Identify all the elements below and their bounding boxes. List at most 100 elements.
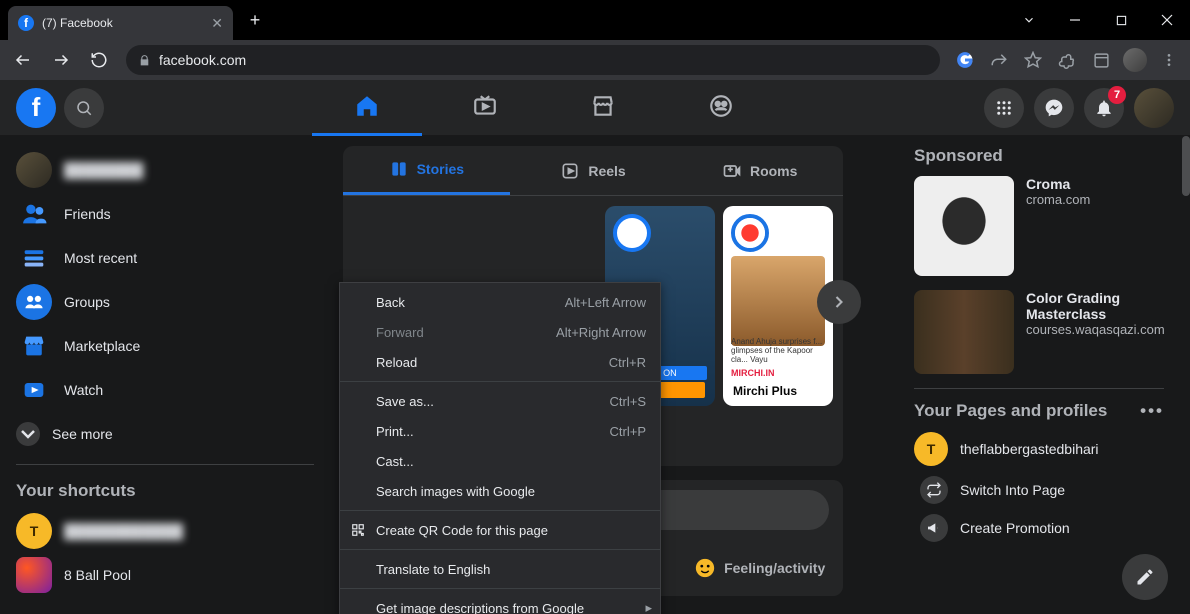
friends-icon: [16, 196, 52, 232]
shortcut-item[interactable]: T ████████████: [8, 509, 322, 553]
home-tab[interactable]: [312, 80, 422, 136]
ad-url: courses.waqasqazi.com: [1026, 322, 1165, 337]
nav-back-button[interactable]: [6, 43, 40, 77]
megaphone-icon: [920, 514, 948, 542]
page-avatar-icon: T: [914, 432, 948, 466]
profile-name: ████████: [64, 162, 143, 178]
nav-profile[interactable]: ████████: [8, 148, 322, 192]
search-button[interactable]: [64, 88, 104, 128]
most-recent-icon: [16, 240, 52, 276]
browser-titlebar: f (7) Facebook ✕ +: [0, 0, 1190, 40]
watch-icon: [16, 372, 52, 408]
nav-label: Watch: [64, 382, 103, 398]
apps-menu-button[interactable]: [984, 88, 1024, 128]
facebook-logo[interactable]: f: [16, 88, 56, 128]
share-icon[interactable]: [984, 45, 1014, 75]
menu-image-descriptions[interactable]: Get image descriptions from Google▸: [340, 593, 660, 614]
menu-reload[interactable]: ReloadCtrl+R: [340, 347, 660, 377]
nav-label: See more: [52, 426, 113, 442]
chevron-down-icon: [16, 422, 40, 446]
menu-forward[interactable]: ForwardAlt+Right Arrow: [340, 317, 660, 347]
groups-icon: [16, 284, 52, 320]
menu-create-qr[interactable]: Create QR Code for this page: [340, 515, 660, 545]
ad-item[interactable]: Color Grading Masterclass courses.waqasq…: [914, 290, 1164, 374]
nav-label: Most recent: [64, 250, 137, 266]
tab-close-icon[interactable]: ✕: [211, 15, 223, 32]
bookmark-star-icon[interactable]: [1018, 45, 1048, 75]
page-scrollbar[interactable]: [1182, 136, 1190, 196]
tab-title: (7) Facebook: [42, 16, 203, 30]
browser-toolbar: facebook.com: [0, 40, 1190, 80]
shortcut-icon: T: [16, 513, 52, 549]
facebook-favicon: f: [18, 15, 34, 31]
qr-icon: [350, 522, 366, 538]
browser-tab[interactable]: f (7) Facebook ✕: [8, 6, 233, 40]
create-promotion-button[interactable]: Create Promotion: [914, 509, 1164, 547]
separator: [914, 388, 1164, 389]
shortcut-item[interactable]: 8 Ball Pool: [8, 553, 322, 597]
ad-url: croma.com: [1026, 192, 1090, 207]
nav-friends[interactable]: Friends: [8, 192, 322, 236]
story-avatar-icon: [731, 214, 769, 252]
edit-fab-button[interactable]: [1122, 554, 1168, 600]
messenger-button[interactable]: [1034, 88, 1074, 128]
nav-most-recent[interactable]: Most recent: [8, 236, 322, 280]
account-avatar-button[interactable]: [1134, 88, 1174, 128]
stories-tabbar: Stories Reels Rooms: [343, 146, 843, 196]
ad-image: [914, 290, 1014, 374]
nav-groups[interactable]: Groups: [8, 280, 322, 324]
menu-cast[interactable]: Cast...: [340, 446, 660, 476]
marketplace-tab[interactable]: [548, 80, 658, 136]
switch-page-button[interactable]: Switch Into Page: [914, 471, 1164, 509]
nav-marketplace[interactable]: Marketplace: [8, 324, 322, 368]
ad-title: Croma: [1026, 176, 1090, 192]
left-navigation: ████████ Friends Most recent Groups Mark…: [0, 136, 330, 609]
address-bar[interactable]: facebook.com: [126, 45, 940, 75]
nav-watch[interactable]: Watch: [8, 368, 322, 412]
window-minimize-button[interactable]: [1052, 0, 1098, 40]
shortcut-label: ████████████: [64, 523, 183, 539]
feeling-activity-button[interactable]: Feeling/activity: [676, 540, 843, 596]
separator: [16, 464, 314, 465]
extensions-icon[interactable]: [1052, 45, 1082, 75]
page-item[interactable]: T theflabbergastedbihari: [914, 427, 1164, 471]
menu-save-as[interactable]: Save as...Ctrl+S: [340, 386, 660, 416]
nav-see-more[interactable]: See more: [8, 412, 322, 456]
ad-image: [914, 176, 1014, 276]
switch-icon: [920, 476, 948, 504]
notification-badge: 7: [1108, 86, 1126, 104]
menu-print[interactable]: Print...Ctrl+P: [340, 416, 660, 446]
lock-icon: [138, 54, 151, 67]
nav-label: Friends: [64, 206, 111, 222]
google-extension-icon[interactable]: [950, 45, 980, 75]
notifications-button[interactable]: 7: [1084, 88, 1124, 128]
shortcuts-header: Your shortcuts: [8, 473, 322, 509]
menu-translate[interactable]: Translate to English: [340, 554, 660, 584]
stories-next-button[interactable]: [817, 280, 861, 324]
watch-tab[interactable]: [430, 80, 540, 136]
tab-reels[interactable]: Reels: [510, 146, 677, 195]
nav-forward-button[interactable]: [44, 43, 78, 77]
window-maximize-button[interactable]: [1098, 0, 1144, 40]
more-icon[interactable]: •••: [1140, 401, 1164, 421]
reading-list-icon[interactable]: [1086, 45, 1116, 75]
pages-header: Your Pages and profiles •••: [914, 395, 1164, 427]
profile-avatar-button[interactable]: [1120, 45, 1150, 75]
nav-label: Groups: [64, 294, 110, 310]
tab-rooms[interactable]: Rooms: [676, 146, 843, 195]
window-close-button[interactable]: [1144, 0, 1190, 40]
tab-stories[interactable]: Stories: [343, 146, 510, 195]
shortcut-label: 8 Ball Pool: [64, 567, 131, 583]
groups-tab[interactable]: [666, 80, 776, 136]
nav-reload-button[interactable]: [82, 43, 116, 77]
menu-search-images[interactable]: Search images with Google: [340, 476, 660, 506]
new-tab-button[interactable]: +: [241, 6, 269, 34]
ad-item[interactable]: Croma croma.com: [914, 176, 1164, 276]
chevron-down-icon[interactable]: [1006, 0, 1052, 40]
url-text: facebook.com: [159, 52, 246, 68]
marketplace-icon: [16, 328, 52, 364]
menu-back[interactable]: BackAlt+Left Arrow: [340, 287, 660, 317]
nav-label: Marketplace: [64, 338, 140, 354]
chrome-menu-icon[interactable]: [1154, 45, 1184, 75]
ad-title: Color Grading Masterclass: [1026, 290, 1165, 322]
